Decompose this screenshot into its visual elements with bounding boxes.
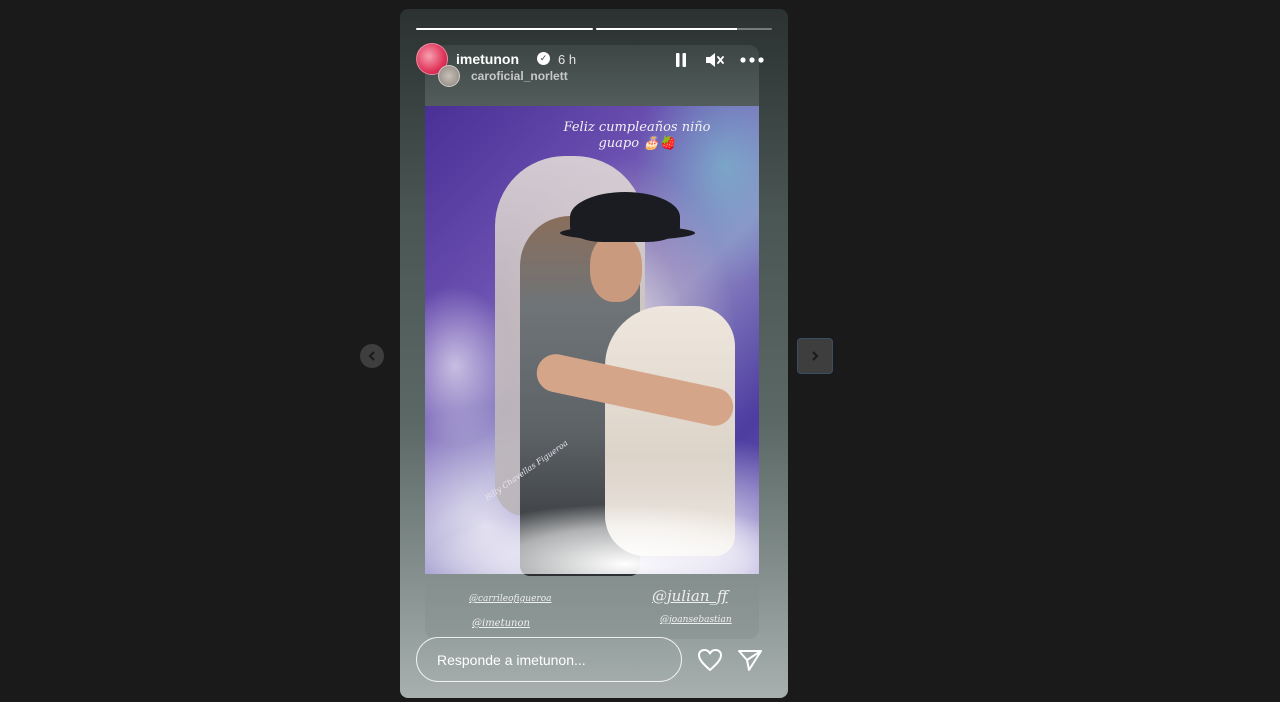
story-viewer: Feliz cumpleaños niño guapo 🎂🍓 Billy Cha… — [400, 9, 788, 698]
mute-button[interactable] — [703, 49, 725, 71]
chevron-left-icon — [368, 351, 375, 361]
like-button[interactable] — [696, 646, 724, 674]
pause-icon — [676, 53, 686, 67]
more-options-button[interactable] — [738, 49, 766, 71]
next-story-circle — [803, 344, 827, 368]
story-image: Feliz cumpleaños niño guapo 🎂🍓 Billy Cha… — [425, 106, 759, 576]
more-options-icon — [740, 57, 764, 63]
hat-brim — [560, 226, 695, 240]
mention-tag[interactable]: @joansebastian — [660, 615, 732, 625]
pause-button[interactable] — [670, 49, 692, 71]
reply-input[interactable] — [416, 637, 682, 682]
heart-icon — [698, 649, 722, 671]
shared-post-card[interactable]: Feliz cumpleaños niño guapo 🎂🍓 Billy Cha… — [425, 45, 759, 639]
mention-tag[interactable]: @julian_ff — [652, 587, 728, 605]
chevron-right-icon — [812, 351, 819, 361]
face — [590, 234, 642, 302]
muted-speaker-icon — [706, 53, 724, 67]
next-story-button[interactable] — [797, 338, 833, 374]
share-button[interactable] — [736, 646, 764, 674]
shared-author-avatar[interactable] — [438, 65, 460, 87]
progress-segment — [595, 28, 772, 30]
clouds — [425, 484, 759, 574]
shared-author-name[interactable]: caroficial_norlett — [471, 69, 568, 83]
mention-tag[interactable]: @imetunon — [472, 618, 530, 629]
username[interactable]: imetunon — [456, 51, 519, 67]
verified-badge-icon: ✓ — [537, 52, 550, 65]
post-time: 6 h — [558, 52, 577, 67]
send-icon — [738, 650, 762, 671]
story-progress — [416, 28, 772, 30]
progress-segment — [416, 28, 593, 30]
mention-tag[interactable]: @carrileofigueroa — [469, 594, 552, 604]
story-header: imetunon ✓ 6 h caroficial_norlett — [416, 43, 772, 87]
greeting-text: Feliz cumpleaños niño guapo 🎂🍓 — [563, 120, 711, 151]
previous-story-button[interactable] — [360, 344, 384, 368]
